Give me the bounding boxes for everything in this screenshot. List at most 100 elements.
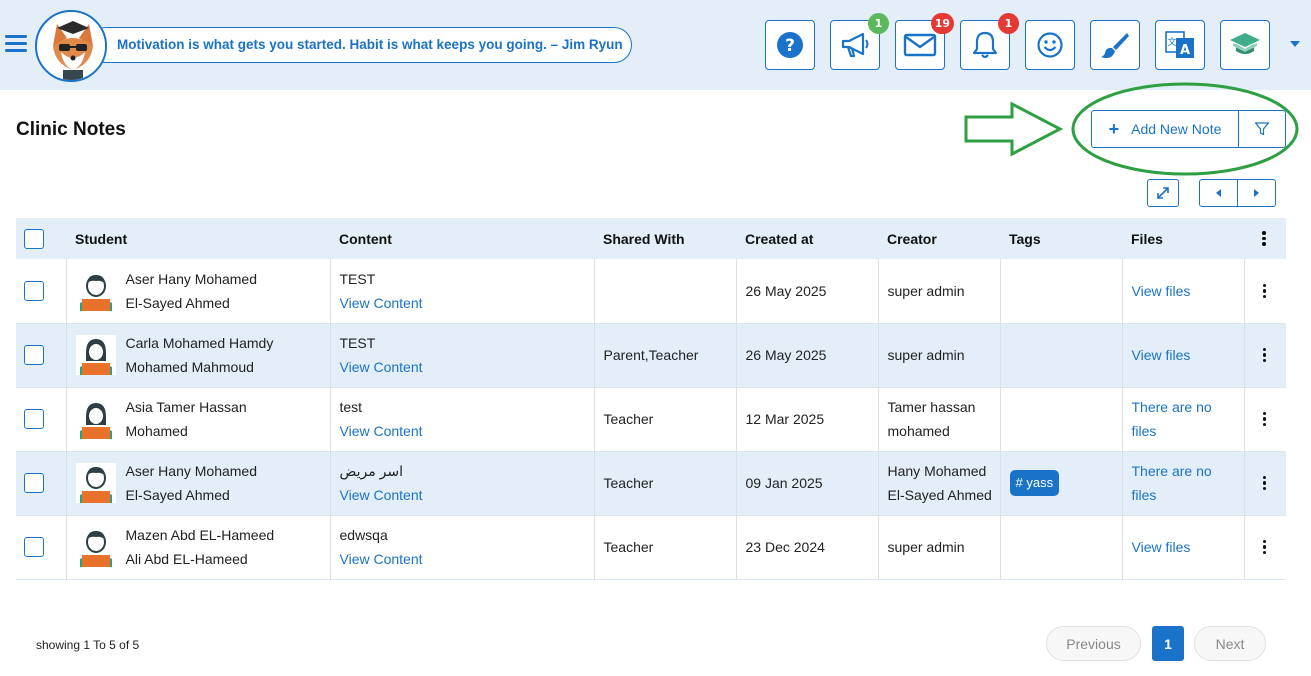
files-line-2[interactable]: files bbox=[1132, 483, 1244, 507]
plus-icon: + bbox=[1108, 119, 1120, 139]
table-row[interactable]: Aser Hany Mohamed El-Sayed Ahmed اسر مريض V… bbox=[16, 451, 1286, 515]
columns-menu-icon[interactable] bbox=[1254, 229, 1274, 249]
creator-line-1: Hany Mohamed bbox=[887, 463, 987, 479]
showing-entries-text: showing 1 To 5 of 5 bbox=[36, 638, 140, 652]
next-page-button[interactable]: Next bbox=[1194, 626, 1266, 661]
row-checkbox[interactable] bbox=[24, 537, 44, 557]
student-name-line-1: Aser Hany Mohamed bbox=[125, 270, 258, 287]
select-all-checkbox[interactable] bbox=[24, 228, 44, 249]
megaphone-icon bbox=[841, 32, 869, 58]
shared-with bbox=[594, 259, 737, 323]
svg-text:?: ? bbox=[785, 36, 795, 56]
caret-down-icon[interactable] bbox=[1290, 41, 1300, 47]
files-line-1[interactable]: View files bbox=[1132, 343, 1244, 367]
row-actions-menu-icon[interactable] bbox=[1255, 409, 1275, 429]
note-content: اسر مريض bbox=[339, 463, 404, 479]
expand-icon bbox=[1157, 187, 1169, 199]
creator-line-2: El-Sayed Ahmed bbox=[887, 487, 992, 503]
files-line-1[interactable]: There are no bbox=[1132, 395, 1244, 419]
view-content-link[interactable]: View Content bbox=[340, 291, 594, 315]
student-name: Asia Tamer Hassan Mohamed bbox=[126, 395, 247, 443]
scroll-left-button[interactable] bbox=[1199, 179, 1238, 207]
help-button[interactable]: ? bbox=[765, 20, 815, 70]
question-icon: ? bbox=[777, 32, 803, 58]
page-title: Clinic Notes bbox=[16, 119, 126, 140]
messages-button[interactable]: 19 bbox=[895, 13, 954, 70]
caret-left-icon bbox=[1216, 189, 1221, 197]
student-avatar-icon bbox=[75, 335, 116, 375]
menu-icon[interactable] bbox=[5, 35, 27, 55]
column-header-student[interactable]: Student bbox=[66, 218, 330, 259]
previous-page-button[interactable]: Previous bbox=[1046, 626, 1141, 661]
shared-with: Teacher bbox=[594, 515, 737, 579]
shared-with: Teacher bbox=[594, 387, 737, 451]
svg-text:A: A bbox=[1180, 43, 1190, 58]
student-avatar-icon bbox=[75, 399, 116, 439]
column-header-tags[interactable]: Tags bbox=[1000, 218, 1122, 259]
created-at: 26 May 2025 bbox=[736, 259, 879, 323]
column-header-creator[interactable]: Creator bbox=[878, 218, 1000, 259]
table-header-row: Student Content Shared With Created at C… bbox=[16, 218, 1286, 259]
row-checkbox[interactable] bbox=[24, 345, 44, 365]
table-row[interactable]: Mazen Abd EL-Hameed Ali Abd EL-Hameed edws… bbox=[16, 515, 1286, 579]
column-header-files[interactable]: Files bbox=[1122, 218, 1244, 259]
announcements-button[interactable]: 1 bbox=[830, 13, 889, 70]
creator-line-1: super admin bbox=[887, 282, 965, 299]
motivation-quote-box: Motivation is what gets you started. Hab… bbox=[88, 27, 632, 63]
fox-mascot-icon bbox=[37, 12, 105, 80]
student-name-line-2: Ali Abd EL-Hameed bbox=[125, 551, 248, 567]
student-name-line-1: Asia Tamer Hassan bbox=[125, 399, 247, 415]
column-header-shared-with[interactable]: Shared With bbox=[594, 218, 736, 259]
smiley-icon bbox=[1037, 32, 1063, 58]
row-checkbox[interactable] bbox=[24, 280, 44, 301]
feedback-button[interactable] bbox=[1025, 20, 1075, 70]
svg-text:文: 文 bbox=[1167, 36, 1176, 48]
column-header-created-at[interactable]: Created at bbox=[736, 218, 878, 259]
expand-button[interactable] bbox=[1147, 179, 1179, 207]
student-name: Aser Hany Mohamed El-Sayed Ahmed bbox=[126, 267, 258, 315]
files-line-2[interactable]: files bbox=[1132, 419, 1244, 443]
filter-icon bbox=[1254, 122, 1270, 136]
filter-button[interactable] bbox=[1238, 110, 1286, 148]
column-header-content[interactable]: Content bbox=[330, 218, 594, 259]
student-avatar-icon bbox=[75, 270, 116, 311]
theme-button[interactable] bbox=[1090, 20, 1140, 70]
view-content-link[interactable]: View Content bbox=[340, 355, 594, 379]
row-actions-menu-icon[interactable] bbox=[1255, 473, 1275, 493]
creator-line-1: super admin bbox=[887, 539, 965, 555]
student-name-line-1: Carla Mohamed Hamdy bbox=[125, 335, 274, 351]
view-content-link[interactable]: View Content bbox=[340, 547, 594, 571]
created-at: 12 Mar 2025 bbox=[736, 387, 879, 451]
add-new-note-button[interactable]: + Add New Note bbox=[1091, 110, 1239, 148]
student-name-line-2: El-Sayed Ahmed bbox=[125, 294, 230, 311]
arrow-annotation-icon bbox=[964, 101, 1064, 157]
language-button[interactable]: A 文 bbox=[1155, 20, 1205, 70]
table-row[interactable]: Asia Tamer Hassan Mohamed test View Content… bbox=[16, 387, 1286, 451]
top-bar: Motivation is what gets you started. Hab… bbox=[0, 0, 1311, 90]
scroll-right-button[interactable] bbox=[1237, 179, 1276, 207]
files-line-1[interactable]: View files bbox=[1132, 535, 1244, 559]
table-row[interactable]: Aser Hany Mohamed El-Sayed Ahmed TEST View … bbox=[16, 259, 1286, 323]
view-content-link[interactable]: View Content bbox=[340, 419, 594, 443]
user-avatar[interactable] bbox=[35, 10, 107, 82]
page-1-button[interactable]: 1 bbox=[1152, 626, 1184, 661]
row-checkbox[interactable] bbox=[24, 473, 44, 493]
table-row[interactable]: Carla Mohamed Hamdy Mohamed Mahmoud TEST Vi… bbox=[16, 323, 1286, 387]
student-avatar-icon bbox=[75, 527, 116, 567]
creator-line-1: super admin bbox=[887, 347, 965, 363]
add-new-note-label: Add New Note bbox=[1131, 121, 1222, 137]
student-avatar-icon bbox=[75, 463, 116, 503]
tag-badge[interactable]: # yass bbox=[1009, 470, 1060, 496]
view-content-link[interactable]: View Content bbox=[340, 483, 594, 507]
creator-line-2: mohamed bbox=[887, 423, 950, 439]
paintbrush-icon bbox=[1101, 33, 1129, 59]
row-actions-menu-icon[interactable] bbox=[1255, 537, 1275, 557]
school-switch-button[interactable] bbox=[1220, 20, 1270, 70]
row-actions-menu-icon[interactable] bbox=[1255, 345, 1275, 365]
row-checkbox[interactable] bbox=[24, 409, 44, 429]
row-actions-menu-icon[interactable] bbox=[1255, 281, 1275, 301]
files-line-1[interactable]: View files bbox=[1132, 279, 1244, 303]
notifications-button[interactable]: 1 bbox=[960, 13, 1019, 70]
files-line-1[interactable]: There are no bbox=[1132, 459, 1244, 483]
note-content: test bbox=[339, 399, 363, 415]
